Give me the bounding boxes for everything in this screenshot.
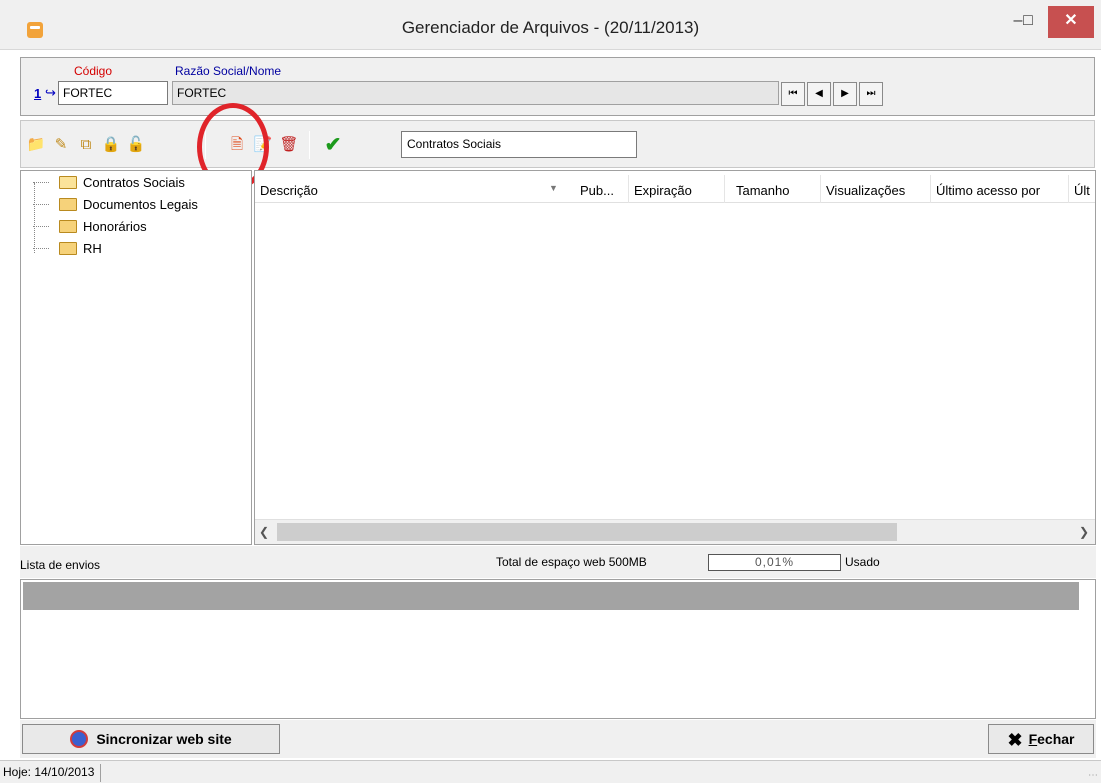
- file-edit-icon[interactable]: 📝: [253, 135, 273, 155]
- file-list-header: Descrição ▼ Pub... Expiração Tamanho Vis…: [255, 175, 1095, 203]
- toolbar-separator: [309, 131, 310, 159]
- folder-open-icon: [59, 176, 77, 189]
- tree-line: [34, 183, 35, 253]
- sync-icon: [70, 729, 89, 748]
- upload-list: [20, 579, 1096, 719]
- sort-down-icon: ▼: [549, 183, 558, 193]
- toolbar-separator: [205, 131, 206, 159]
- close-button-label: Fechar: [1028, 731, 1075, 747]
- file-delete-icon[interactable]: 🗑: [279, 135, 299, 155]
- column-header-ultimo[interactable]: Últ: [1069, 175, 1095, 203]
- sync-website-button[interactable]: Sincronizar web site: [22, 724, 280, 754]
- folder-icon: [59, 220, 77, 233]
- tree-item-label: Contratos Sociais: [83, 175, 185, 190]
- column-header-descricao[interactable]: Descrição: [255, 175, 541, 203]
- column-header-expiracao[interactable]: Expiração: [629, 175, 725, 203]
- check-icon[interactable]: ✔: [323, 135, 343, 155]
- codigo-label: Código: [74, 64, 113, 78]
- scroll-left-icon[interactable]: ❮: [259, 525, 269, 539]
- folder-tree: Contratos Sociais Documentos Legais Hono…: [20, 170, 252, 545]
- tree-item-label: Honorários: [83, 219, 147, 234]
- codigo-field[interactable]: FORTEC: [58, 81, 168, 105]
- total-space-label: Total de espaço web 500MB: [496, 555, 647, 569]
- close-button[interactable]: ✖ Fechar: [988, 724, 1094, 754]
- razao-social-label: Razão Social/Nome: [175, 64, 282, 78]
- folder-copy-icon[interactable]: ⧉: [76, 135, 96, 155]
- first-record-button[interactable]: ⏮: [781, 82, 805, 106]
- last-record-button[interactable]: ⏭: [859, 82, 883, 106]
- resize-grip-icon[interactable]: ⋯: [1088, 770, 1098, 781]
- usage-meter: 0,01%: [708, 554, 841, 571]
- close-icon: ✖: [1007, 730, 1023, 751]
- usado-label: Usado: [845, 555, 880, 569]
- column-header-tamanho[interactable]: Tamanho: [731, 175, 821, 203]
- folder-icon: [59, 198, 77, 211]
- scroll-right-icon[interactable]: ❯: [1079, 525, 1089, 539]
- window-title: Gerenciador de Arquivos - (20/11/2013): [401, 18, 700, 37]
- scrollbar-thumb[interactable]: [277, 523, 897, 541]
- folder-icon: [59, 242, 77, 255]
- folder-edit-icon[interactable]: ✎: [51, 135, 71, 155]
- file-new-icon[interactable]: 🗎: [227, 135, 247, 155]
- folder-new-icon[interactable]: 📁: [26, 135, 46, 155]
- maximize-button[interactable]: □: [1013, 6, 1043, 38]
- tree-item-label: RH: [83, 241, 102, 256]
- horizontal-scrollbar[interactable]: ❮ ❯: [255, 519, 1095, 544]
- record-header: Código Razão Social/Nome 1 ↪ FORTEC FORT…: [20, 57, 1095, 116]
- status-bar: Hoje: 14/10/2013 ⋯: [0, 760, 1101, 783]
- lock-icon[interactable]: 🔒: [101, 135, 121, 155]
- tree-item-label: Documentos Legais: [83, 197, 198, 212]
- razao-social-field: FORTEC: [172, 81, 779, 105]
- column-header-ultimo-acesso[interactable]: Último acesso por: [931, 175, 1069, 203]
- upload-status-row: Lista de envios Total de espaço web 500M…: [20, 546, 1096, 578]
- close-window-button[interactable]: ✕: [1048, 6, 1094, 38]
- column-header-visualizacoes[interactable]: Visualizações: [821, 175, 931, 203]
- next-record-button[interactable]: ▶: [833, 82, 857, 106]
- title-bar: Gerenciador de Arquivos - (20/11/2013) –…: [0, 0, 1101, 50]
- sync-button-label: Sincronizar web site: [96, 731, 232, 747]
- current-folder-field: Contratos Sociais: [401, 131, 637, 158]
- upload-list-header: [23, 582, 1079, 610]
- toolbar: 📁 ✎ ⧉ 🔒 🔓 🗎 📝 🗑 ✔ Contratos Sociais: [20, 120, 1095, 168]
- file-list: Descrição ▼ Pub... Expiração Tamanho Vis…: [254, 170, 1096, 545]
- previous-record-button[interactable]: ◀: [807, 82, 831, 106]
- today-date: Hoje: 14/10/2013: [3, 764, 102, 782]
- lista-envios-label: Lista de envios: [20, 558, 101, 572]
- unlock-icon[interactable]: 🔓: [126, 135, 146, 155]
- record-lookup-icon[interactable]: ↪: [45, 85, 56, 101]
- action-bar: Sincronizar web site ✖ Fechar: [20, 720, 1096, 758]
- record-number-link[interactable]: 1: [34, 86, 41, 101]
- column-header-publicado[interactable]: Pub...: [575, 175, 629, 203]
